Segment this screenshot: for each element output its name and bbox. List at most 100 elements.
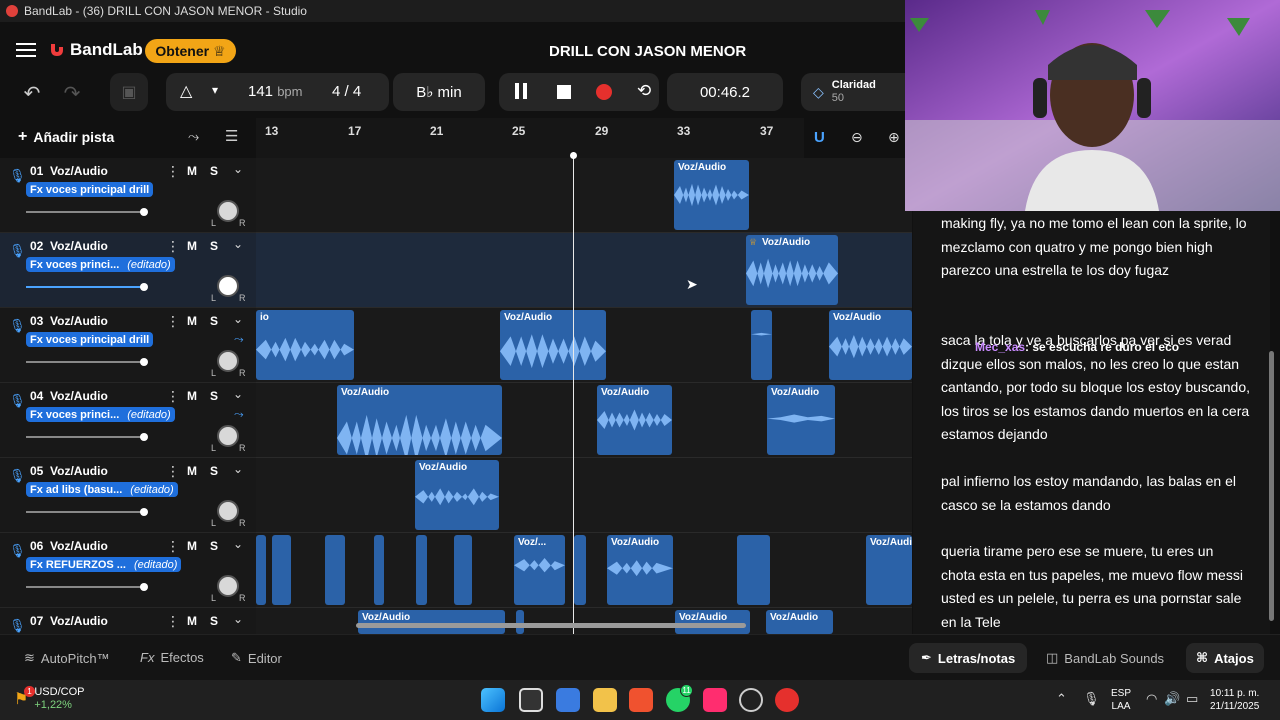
track-header-03[interactable]: 🎙 03 Voz/Audio ⋮ M S ⌄ ⤳ Fx voces princi… xyxy=(0,308,256,383)
snap-magnet-icon[interactable]: U xyxy=(814,129,825,146)
bandlab-logo[interactable]: BandLab xyxy=(48,40,143,60)
track-header-07[interactable]: 🎙 07 Voz/Audio ⋮ M S ⌄ xyxy=(0,608,256,634)
record-icon[interactable] xyxy=(596,84,612,100)
track-lane[interactable] xyxy=(256,158,912,233)
volume-slider[interactable] xyxy=(26,361,144,363)
editor-tab[interactable]: ✎ Editor xyxy=(231,650,282,666)
tiktok-icon[interactable] xyxy=(703,688,727,712)
audio-clip[interactable] xyxy=(454,535,472,605)
audio-clip[interactable]: Voz/Audio xyxy=(358,610,505,634)
time-signature[interactable]: 4 / 4 xyxy=(332,83,361,100)
add-track-button[interactable]: + Añadir pista xyxy=(18,128,114,146)
kebab-menu-icon[interactable]: ⋮ xyxy=(166,238,180,255)
chevron-down-icon[interactable]: ⌄ xyxy=(233,387,243,401)
battery-icon[interactable]: ▭ xyxy=(1186,691,1198,707)
lyrics-paragraph[interactable]: making fly, ya no me tomo el lean con la… xyxy=(941,212,1251,283)
playhead[interactable] xyxy=(573,152,574,634)
obtener-button[interactable]: Obtener ♕ xyxy=(145,39,236,63)
file-explorer-icon[interactable] xyxy=(593,688,617,712)
audio-clip[interactable] xyxy=(416,535,427,605)
chevron-down-icon[interactable]: ⌄ xyxy=(233,237,243,251)
chevron-down-icon[interactable]: ⌄ xyxy=(233,162,243,176)
track-header-01[interactable]: 🎙 01 Voz/Audio ⋮ M S ⌄ Fx voces principa… xyxy=(0,158,256,233)
audio-clip[interactable]: Voz/Audio ♕ xyxy=(746,235,838,305)
track-header-04[interactable]: 🎙 04 Voz/Audio ⋮ M S ⌄ ⤳ Fx voces princi… xyxy=(0,383,256,458)
lyrics-paragraph[interactable]: pal infierno los estoy mandando, las bal… xyxy=(941,470,1251,517)
solo-button[interactable]: S xyxy=(210,164,218,178)
automation-icon[interactable]: ⤳ xyxy=(234,332,244,347)
volume-slider[interactable] xyxy=(26,211,144,213)
audio-clip[interactable]: Voz/Audio xyxy=(866,535,912,605)
mute-button[interactable]: M xyxy=(187,164,197,178)
whatsapp-icon[interactable]: 11 xyxy=(666,684,693,712)
mute-button[interactable]: M xyxy=(187,614,197,628)
kebab-menu-icon[interactable]: ⋮ xyxy=(166,613,180,630)
stop-icon[interactable] xyxy=(557,85,571,99)
letras-notas-tab[interactable]: ✒ Letras/notas xyxy=(909,643,1028,673)
fx-preset-chip[interactable]: Fx voces principal drill xyxy=(26,182,154,197)
audio-clip[interactable] xyxy=(272,535,291,605)
audio-clip[interactable]: Voz/Audio xyxy=(337,385,502,455)
timeline-area[interactable]: Voz/Audio Voz/Audio ♕ io Voz/Audio Voz/Au… xyxy=(256,158,912,634)
app-icon[interactable] xyxy=(739,688,763,712)
track-header-06[interactable]: 🎙 06 Voz/Audio ⋮ M S ⌄ Fx REFUERZOS ...(… xyxy=(0,533,256,608)
track-lane[interactable] xyxy=(256,458,912,533)
kebab-menu-icon[interactable]: ⋮ xyxy=(166,163,180,180)
wifi-icon[interactable]: ◠ xyxy=(1146,691,1157,707)
audio-clip[interactable] xyxy=(574,535,586,605)
audio-clip[interactable]: Voz/Audio xyxy=(767,385,835,455)
chevron-down-icon[interactable]: ⌄ xyxy=(233,462,243,476)
lyrics-panel[interactable]: making fly, ya no me tomo el lean con la… xyxy=(913,211,1274,634)
pan-knob[interactable] xyxy=(217,200,239,222)
stock-widget[interactable]: ⚑ 1 USD/COP +1,22% xyxy=(14,686,84,712)
audio-clip[interactable] xyxy=(325,535,345,605)
audio-clip[interactable] xyxy=(751,310,772,380)
audio-clip[interactable] xyxy=(737,535,770,605)
audio-clip[interactable]: Voz/Audio xyxy=(500,310,606,380)
autopitch-tab[interactable]: ≋ AutoPitch™ xyxy=(24,650,110,666)
track-header-05[interactable]: 🎙 05 Voz/Audio ⋮ M S ⌄ Fx ad libs (basu.… xyxy=(0,458,256,533)
project-title[interactable]: DRILL CON JASON MENOR xyxy=(549,43,746,60)
microphone-tray-icon[interactable]: 🎙 xyxy=(1083,691,1100,707)
key-button[interactable]: B♭ min xyxy=(393,73,485,111)
audio-clip[interactable]: Voz/Audio xyxy=(675,610,750,634)
lyrics-paragraph[interactable]: queria tirame pero ese se muere, tu eres… xyxy=(941,540,1251,634)
audio-clip[interactable]: Voz/Audio xyxy=(829,310,912,380)
audio-clip[interactable]: Voz/Audio xyxy=(766,610,833,634)
zoom-out-icon[interactable]: ⊖ xyxy=(851,129,863,146)
volume-slider-handle[interactable] xyxy=(140,358,148,366)
solo-button[interactable]: S xyxy=(210,314,218,328)
chevron-down-icon[interactable]: ⌄ xyxy=(233,312,243,326)
volume-slider[interactable] xyxy=(26,436,144,438)
zoom-in-icon[interactable]: ⊕ xyxy=(888,129,900,146)
audio-clip[interactable]: io xyxy=(256,310,354,380)
windows-start-icon[interactable] xyxy=(481,688,505,712)
tray-chevron-icon[interactable]: ⌃ xyxy=(1056,691,1067,707)
bandlab-taskbar-icon[interactable] xyxy=(775,688,799,712)
mute-button[interactable]: M xyxy=(187,464,197,478)
automation-icon[interactable]: ⤳ xyxy=(234,407,244,422)
fx-preset-chip[interactable]: Fx REFUERZOS ... (editado) xyxy=(26,557,182,572)
fx-preset-chip[interactable]: Fx ad libs (basu... (editado) xyxy=(26,482,178,497)
audio-clip[interactable]: Voz/Audio xyxy=(674,160,749,230)
solo-button[interactable]: S xyxy=(210,539,218,553)
chevron-down-icon[interactable]: ⌄ xyxy=(233,612,243,626)
pan-knob[interactable] xyxy=(217,275,239,297)
fx-preset-chip[interactable]: Fx voces princi... (editado) xyxy=(26,407,175,422)
vertical-scrollbar[interactable] xyxy=(1269,351,1274,621)
solo-button[interactable]: S xyxy=(210,614,218,628)
metronome-icon[interactable]: △ xyxy=(180,81,192,101)
mute-button[interactable]: M xyxy=(187,314,197,328)
mute-button[interactable]: M xyxy=(187,239,197,253)
kebab-menu-icon[interactable]: ⋮ xyxy=(166,313,180,330)
fx-preset-chip[interactable]: Fx voces princi... (editado) xyxy=(26,257,175,272)
kebab-menu-icon[interactable]: ⋮ xyxy=(166,388,180,405)
pan-knob[interactable] xyxy=(217,425,239,447)
pan-knob[interactable] xyxy=(217,500,239,522)
horizontal-scrollbar[interactable] xyxy=(356,623,746,628)
clock[interactable]: 10:11 p. m. 21/11/2025 xyxy=(1210,687,1259,713)
volume-slider[interactable] xyxy=(26,511,144,513)
chevron-down-icon[interactable]: ▾ xyxy=(212,83,218,97)
timeline-ruler[interactable]: 13 17 21 25 29 33 37 xyxy=(256,118,804,158)
efectos-tab[interactable]: Fx Efectos xyxy=(140,650,204,665)
